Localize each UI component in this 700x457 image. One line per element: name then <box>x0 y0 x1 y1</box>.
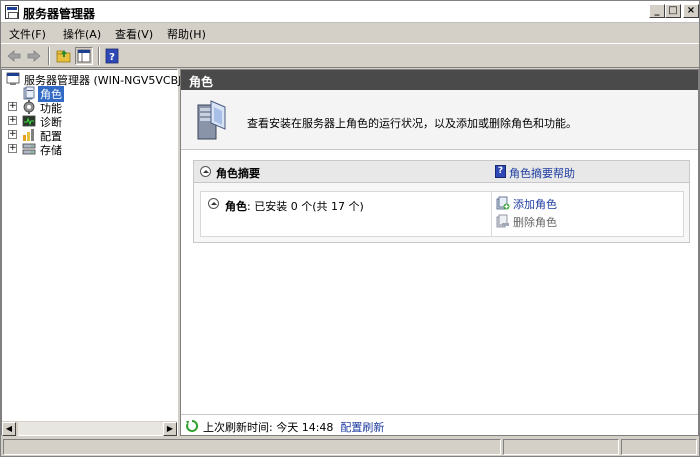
toolbar-separator <box>48 47 50 65</box>
roles-status: : 已安装 0 个(共 17 个) <box>247 200 364 213</box>
remove-roles-icon <box>496 214 510 228</box>
close-button[interactable]: × <box>683 4 699 18</box>
last-refresh: 上次刷新时间: 今天 14:48 配置刷新 <box>203 419 384 435</box>
scroll-left-button[interactable]: ◀ <box>2 422 16 436</box>
roles-label: 角色 <box>225 200 247 213</box>
tree-item-configuration[interactable]: + 配置 <box>8 128 88 143</box>
content-header: 角色 <box>181 70 698 90</box>
forward-icon[interactable] <box>25 47 43 65</box>
navigation-tree: 服务器管理器 (WIN-NGV5VCBJRR 角色 + 功能 + 诊断 + 配置… <box>1 69 197 436</box>
menu-bar: 文件(F) 操作(A) 查看(V) 帮助(H) <box>1 23 699 44</box>
add-roles-link: 添加角色 <box>513 198 557 211</box>
help-icon[interactable]: ? <box>103 47 121 65</box>
summary-help-icon[interactable]: ? <box>495 165 506 178</box>
tree-item-diagnostics[interactable]: + 诊断 <box>8 114 88 129</box>
collapse-summary-icon[interactable] <box>200 166 211 177</box>
status-segment <box>621 439 697 455</box>
scroll-right-button[interactable]: ▶ <box>163 422 177 436</box>
tree-item-roles[interactable]: 角色 <box>22 86 82 102</box>
add-roles-icon <box>496 196 510 210</box>
roles-icon <box>22 86 36 100</box>
expand-icon[interactable]: + <box>8 102 17 111</box>
server-manager-icon <box>6 72 20 86</box>
toolbar: ? <box>1 44 699 68</box>
roles-summary-section: 角色摘要 ? 角色摘要帮助 角色: 已安装 0 个(共 17 个) 添加角色 删… <box>193 160 690 243</box>
menu-help[interactable]: 帮助(H) <box>167 26 206 42</box>
maximize-button[interactable]: □ <box>665 4 681 18</box>
window-title: 服务器管理器 <box>23 7 96 21</box>
status-segment <box>3 439 501 455</box>
features-icon <box>22 100 36 114</box>
remove-roles-link: 删除角色 <box>513 216 557 229</box>
last-refresh-time: 上次刷新时间: 今天 14:48 <box>203 421 334 434</box>
menu-view[interactable]: 查看(V) <box>115 26 153 42</box>
roles-actions: 添加角色 删除角色 <box>491 192 685 236</box>
back-icon[interactable] <box>5 47 23 65</box>
expand-icon[interactable]: + <box>8 144 17 153</box>
roles-summary-header: 角色摘要 ? 角色摘要帮助 <box>194 161 689 183</box>
minimize-button[interactable]: _ <box>649 4 665 18</box>
expand-icon[interactable]: + <box>8 130 17 139</box>
server-roles-icon <box>195 99 229 143</box>
scroll-thumb[interactable] <box>16 422 18 436</box>
server-manager-app-icon <box>5 5 19 19</box>
intro-text: 查看安装在服务器上角色的运行状况，以及添加或删除角色和功能。 <box>247 117 577 130</box>
status-bar <box>1 438 699 456</box>
tree-item-storage[interactable]: + 存储 <box>8 142 88 157</box>
status-segment <box>503 439 619 455</box>
tree-item-features[interactable]: + 功能 <box>8 100 88 115</box>
configuration-icon <box>22 128 36 142</box>
storage-icon <box>22 142 36 156</box>
refresh-status-bar: 上次刷新时间: 今天 14:48 配置刷新 <box>181 414 698 435</box>
roles-summary-body: 角色: 已安装 0 个(共 17 个) 添加角色 删除角色 <box>200 191 684 237</box>
expand-icon[interactable]: + <box>8 116 17 125</box>
menu-file[interactable]: 文件(F) <box>9 26 46 42</box>
tree-root[interactable]: 服务器管理器 (WIN-NGV5VCBJRR <box>6 72 197 87</box>
add-roles-action[interactable]: 添加角色 <box>496 196 616 211</box>
title-bar[interactable]: 服务器管理器 _ □ × <box>1 1 699 23</box>
refresh-icon[interactable] <box>185 419 199 433</box>
roles-count: 角色: 已安装 0 个(共 17 个) <box>225 198 364 214</box>
configure-refresh-link[interactable]: 配置刷新 <box>340 421 384 434</box>
collapse-roles-icon[interactable] <box>208 198 219 209</box>
roles-intro: 查看安装在服务器上角色的运行状况，以及添加或删除角色和功能。 <box>181 90 698 150</box>
menu-action[interactable]: 操作(A) <box>63 26 101 42</box>
up-folder-icon[interactable] <box>55 47 73 65</box>
help-glyph: ? <box>109 52 115 63</box>
roles-content-pane: 角色 查看安装在服务器上角色的运行状况，以及添加或删除角色和功能。 角色摘要 ? <box>180 69 699 436</box>
roles-summary-help-link[interactable]: 角色摘要帮助 <box>509 165 575 181</box>
show-hide-tree-icon[interactable] <box>75 47 93 65</box>
tree-horizontal-scrollbar[interactable]: ◀ ▶ <box>2 421 177 436</box>
toolbar-separator <box>98 47 100 65</box>
tree-item-storage-label: 存储 <box>40 144 62 157</box>
roles-summary-title: 角色摘要 <box>216 167 260 180</box>
remove-roles-action[interactable]: 删除角色 <box>496 214 616 229</box>
server-manager-window: 服务器管理器 _ □ × 文件(F) 操作(A) 查看(V) 帮助(H) ? 服… <box>0 0 700 457</box>
diagnostics-icon <box>22 114 36 128</box>
